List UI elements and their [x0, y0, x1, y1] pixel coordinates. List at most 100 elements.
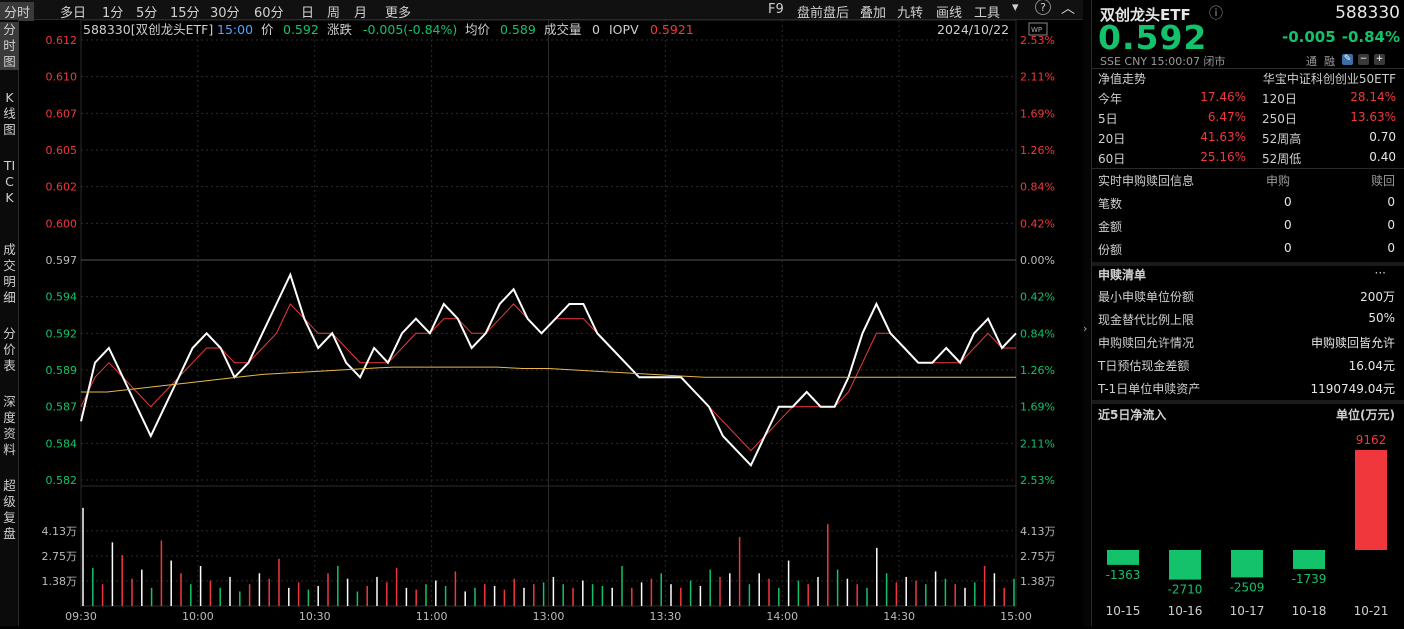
quote-panel: 双创龙头ETF ⓘ 588330 0.592 -0.005 -0.84% SSE…	[1091, 0, 1404, 626]
redeem-row-label: T日预估现金差额	[1098, 359, 1190, 373]
tool-4[interactable]: 画线	[936, 2, 962, 21]
y-right-tick: 1.69%	[1020, 401, 1055, 414]
y-right-tick: 0.84%	[1020, 181, 1055, 194]
nav-label-a: 60日	[1098, 152, 1126, 166]
flow-category-label: 10-18	[1292, 604, 1327, 618]
info-price: 0.592	[283, 22, 319, 37]
edit-icon[interactable]: ✎	[1342, 54, 1353, 65]
plus-icon[interactable]: +	[1374, 54, 1385, 65]
intraday-chart[interactable]: 0.612 2.53% 0.610 2.11% 0.607 1.69% 0.605 1.26%…	[19, 19, 1083, 626]
tool-2[interactable]: 叠加	[860, 2, 886, 21]
flow-unit: 单位(万元)	[1336, 408, 1395, 422]
intraday-chart-panel: 0.612 2.53% 0.610 2.11% 0.607 1.69% 0.605 1.26%…	[19, 19, 1083, 626]
wp-badge-label: WP	[1031, 26, 1042, 34]
tab-3[interactable]: 5分	[136, 2, 157, 21]
nav-label-b: 250日	[1262, 112, 1297, 126]
info-change-label: 涨跌	[327, 22, 353, 37]
tab-6[interactable]: 60分	[254, 2, 284, 21]
flag-rong: 融	[1324, 55, 1335, 68]
flag-tong: 通	[1306, 55, 1317, 68]
realtime-title: 实时申购赎回信息	[1098, 174, 1195, 188]
info-icon[interactable]: ⓘ	[1209, 3, 1223, 23]
nav-label-a: 今年	[1098, 92, 1123, 106]
flow-title: 近5日净流入	[1098, 408, 1167, 422]
y-left-tick: 0.602	[46, 181, 78, 194]
tab-4[interactable]: 15分	[170, 2, 200, 21]
y-left-tick: 0.582	[46, 474, 78, 487]
redeem-list-title: 申赎清单	[1098, 268, 1147, 282]
left-view-sidebar: 分时图 K线图 TICK 成交明细分价表深度资料超级复盘	[0, 20, 19, 626]
x-tick: 13:00	[533, 610, 565, 623]
nav-label-b: 120日	[1262, 92, 1297, 106]
chevron-right-icon[interactable]: ›	[1083, 322, 1087, 335]
more-button[interactable]: ···	[1375, 266, 1386, 280]
flow-value-label: 9162	[1356, 433, 1387, 447]
realtime-row-label: 金额	[1098, 220, 1123, 234]
x-tick: 14:30	[883, 610, 915, 623]
nav-value-b: 0.40	[1369, 150, 1396, 164]
info-code-name: 588330[双创龙头ETF]	[83, 22, 213, 37]
y-left-tick: 0.589	[46, 364, 78, 377]
nav-value-b: 28.14%	[1350, 90, 1396, 104]
quote-price: 0.592	[1098, 18, 1208, 57]
realtime-row-subscribe: 0	[1284, 195, 1292, 209]
tab-9[interactable]: 月	[354, 2, 367, 21]
help-icon[interactable]: ?	[1035, 0, 1051, 15]
sidebar-tab-1[interactable]: K线图	[0, 90, 19, 138]
y-right-tick: 0.84%	[1020, 327, 1055, 340]
sidebar-tab-2[interactable]: TICK	[0, 158, 19, 206]
tab-1[interactable]: 多日	[60, 2, 86, 21]
tab-2[interactable]: 1分	[102, 2, 123, 21]
vol-tick-left: 1.38万	[42, 575, 78, 588]
flow-bar	[1107, 550, 1139, 565]
tool-0[interactable]: F9	[768, 2, 784, 17]
dropdown-icon[interactable]: ▾	[1012, 0, 1019, 15]
realtime-row-redeem: 0	[1387, 218, 1395, 232]
y-left-tick: 0.605	[46, 144, 78, 157]
y-left-tick: 0.587	[46, 401, 78, 414]
sidebar-tab-3[interactable]: 成交明细	[0, 242, 19, 306]
info-price-label: 价	[261, 22, 274, 37]
y-left-tick: 0.612	[46, 34, 78, 47]
tab-8[interactable]: 周	[327, 2, 340, 21]
tab-5[interactable]: 30分	[210, 2, 240, 21]
tab-10[interactable]: 更多	[385, 2, 411, 21]
tool-1[interactable]: 盘前盘后	[797, 2, 849, 21]
y-right-tick: 1.26%	[1020, 144, 1055, 157]
flow-value-label: -2509	[1230, 580, 1265, 594]
info-volume: 0	[592, 22, 600, 37]
sidebar-tab-4[interactable]: 分价表	[0, 326, 19, 374]
tab-0[interactable]: 分时	[0, 2, 35, 21]
redeem-row-value: 申购赎回皆允许	[1310, 336, 1395, 350]
y-left-tick: 0.597	[46, 254, 78, 267]
sidebar-tab-0[interactable]: 分时图	[0, 22, 19, 70]
nav-title: 净值走势	[1098, 72, 1147, 86]
collapse-panel-handle[interactable]: ›	[1083, 0, 1091, 626]
tab-7[interactable]: 日	[301, 2, 314, 21]
sidebar-tab-6[interactable]: 超级复盘	[0, 478, 19, 542]
nav-value-a: 17.46%	[1200, 90, 1246, 104]
flow-value-label: -2710	[1168, 583, 1203, 597]
minus-icon[interactable]: −	[1358, 54, 1369, 65]
info-volume-label: 成交量	[544, 22, 582, 37]
vol-tick-right: 4.13万	[1020, 525, 1056, 538]
y-right-tick: 2.53%	[1020, 34, 1055, 47]
flow-category-label: 10-17	[1230, 604, 1265, 618]
flow-value-label: -1739	[1292, 572, 1327, 586]
sidebar-tab-5[interactable]: 深度资料	[0, 394, 19, 458]
redeem-row-value: 16.04元	[1348, 359, 1395, 373]
nav-label-b: 52周低	[1262, 152, 1302, 166]
tool-3[interactable]: 九转	[897, 2, 923, 21]
info-date: 2024/10/22	[937, 22, 1009, 37]
x-tick: 15:00	[1000, 610, 1032, 623]
y-left-tick: 0.610	[46, 71, 78, 84]
chevron-up-icon[interactable]: ︿	[1061, 0, 1075, 18]
realtime-row-label: 份额	[1098, 243, 1123, 257]
redeem-row-value: 50%	[1368, 311, 1395, 325]
nav-value-a: 6.47%	[1207, 110, 1246, 124]
vol-tick-right: 2.75万	[1020, 550, 1056, 563]
quote-change: -0.005	[1282, 28, 1336, 46]
y-left-tick: 0.592	[46, 327, 78, 340]
realtime-row-subscribe: 0	[1284, 218, 1292, 232]
tool-5[interactable]: 工具	[974, 2, 1000, 21]
